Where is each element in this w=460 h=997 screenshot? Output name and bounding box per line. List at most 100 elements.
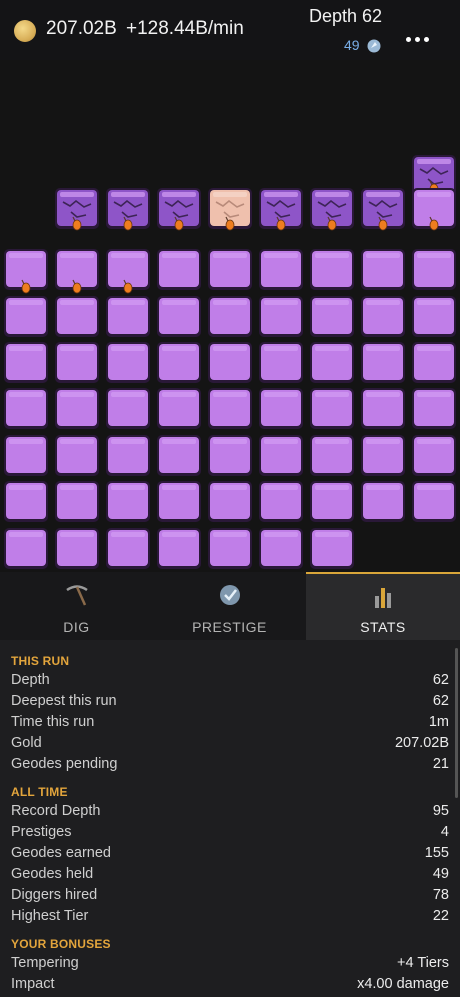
mine-block[interactable] [361,296,405,337]
mine-block[interactable] [157,296,201,337]
stat-row: Geodes held 49 [11,866,449,886]
mine-block[interactable] [259,388,303,429]
mine-block[interactable] [259,249,303,290]
stat-row: Highest Tier 22 [11,908,449,928]
mine-block[interactable] [157,481,201,522]
stat-label: Depth [11,672,50,688]
stat-row: Time this run 1m [11,714,449,734]
mine-block[interactable] [412,388,456,429]
block-grid [4,155,456,569]
mine-block[interactable] [208,342,252,383]
mine-block[interactable] [4,388,48,429]
coin-icon [14,20,36,42]
mine-block[interactable] [55,296,99,337]
stat-label: Impact [11,976,55,992]
mine-block[interactable] [259,528,303,569]
gold-rate: +128.44B/min [126,18,244,39]
mine-block[interactable] [208,388,252,429]
mine-block[interactable] [412,435,456,476]
mine-block[interactable] [4,296,48,337]
mine-block[interactable] [4,481,48,522]
mine-block[interactable] [4,342,48,383]
stat-row: Gold 207.02B [11,735,449,755]
mine-block[interactable] [106,342,150,383]
mine-block[interactable] [106,388,150,429]
mine-block[interactable] [106,296,150,337]
mine-block[interactable] [361,249,405,290]
stat-row: Diggers hired 78 [11,887,449,907]
more-menu-button[interactable] [403,24,433,54]
mine-block[interactable] [4,435,48,476]
mine-block[interactable] [208,528,252,569]
stat-label: Geodes pending [11,756,118,772]
mine-block[interactable] [106,528,150,569]
stats-icon [375,588,391,608]
dot-icon [424,37,429,42]
stats-panel[interactable]: THIS RUN Depth 62 Deepest this run 62 Time… [0,640,460,997]
stat-value: 207.02B [394,735,449,751]
mine-block[interactable] [310,435,354,476]
mine-block[interactable] [310,388,354,429]
mine-block[interactable] [259,342,303,383]
tab-stats[interactable]: STATS [306,572,460,640]
mine-block[interactable] [412,481,456,522]
mine-block[interactable] [259,296,303,337]
stat-label: Tempering [11,955,79,971]
stat-value: 95 [432,803,449,819]
mine-block[interactable] [106,481,150,522]
mine-block[interactable] [55,481,99,522]
mine-block[interactable] [310,342,354,383]
stat-label: Geodes earned [11,845,111,861]
geode-icon [367,39,381,53]
mine-block[interactable] [55,435,99,476]
tab-prestige-label: PRESTIGE [192,619,267,635]
mine-block[interactable] [361,481,405,522]
mine-block[interactable] [361,342,405,383]
tab-prestige[interactable]: PRESTIGE [153,572,306,640]
mine-block[interactable] [55,342,99,383]
stat-label: Deepest this run [11,693,117,709]
mine-block[interactable] [55,388,99,429]
scrollbar[interactable] [455,648,458,798]
section-all-time-title: ALL TIME [11,785,68,799]
stat-value: 1m [428,714,449,730]
mine-block[interactable] [412,296,456,337]
mine-block[interactable] [157,388,201,429]
mine-block[interactable] [157,528,201,569]
mine-block[interactable] [157,435,201,476]
mine-block[interactable] [157,249,201,290]
stat-label: Diggers hired [11,887,98,903]
mine-block[interactable] [106,435,150,476]
top-bar: 207.02B +128.44B/min Depth 62 49 [0,0,460,60]
mine-block[interactable] [208,481,252,522]
mine-block[interactable] [157,342,201,383]
mine-block[interactable] [208,249,252,290]
mine-block[interactable] [208,435,252,476]
mine-block[interactable] [412,249,456,290]
mine-block[interactable] [259,481,303,522]
tab-dig[interactable]: DIG [0,572,153,640]
mine-block[interactable] [310,296,354,337]
stat-label: Record Depth [11,803,101,819]
mine-block[interactable] [310,249,354,290]
stat-value: 49 [432,866,449,882]
stat-value: 21 [432,756,449,772]
mine-block[interactable] [259,435,303,476]
stat-row: Prestiges 4 [11,824,449,844]
stat-label: Gold [11,735,42,751]
prestige-icon [219,585,240,605]
mine-block[interactable] [4,528,48,569]
mine-block[interactable] [412,342,456,383]
mine-block[interactable] [361,435,405,476]
stat-row: Depth 62 [11,672,449,692]
mine-block[interactable] [310,481,354,522]
mine-block[interactable] [310,528,354,569]
mine-block[interactable] [55,528,99,569]
stat-label: Prestiges [11,824,72,840]
dot-icon [406,37,411,42]
section-bonuses-title: YOUR BONUSES [11,937,111,951]
stat-row: Deepest this run 62 [11,693,449,713]
mine-block[interactable] [361,388,405,429]
stat-row: Tempering +4 Tiers [11,955,449,975]
mine-block[interactable] [208,296,252,337]
